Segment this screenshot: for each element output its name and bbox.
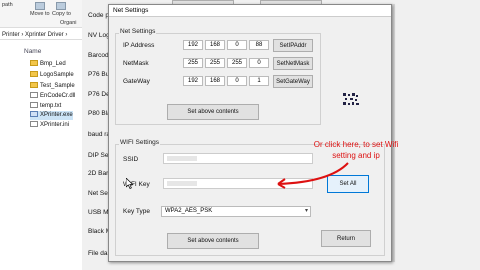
screen: path Move to Copy to Organi Printer › Xp… (0, 0, 480, 270)
ip-octet-1[interactable]: 192 (183, 40, 203, 50)
move-to-label: Move to (30, 11, 50, 17)
gateway-octet-1[interactable]: 192 (183, 76, 203, 86)
path-label: path (2, 2, 13, 8)
annotation-arrow-icon (277, 162, 349, 189)
dialog-title: Net Settings (109, 5, 391, 17)
set-above-contents-button-net[interactable]: Set above contents (167, 104, 259, 120)
list-item-selected[interactable]: XPrinter.exe (30, 111, 73, 120)
netmask-octet-1[interactable]: 255 (183, 58, 203, 68)
mouse-cursor-icon (126, 178, 134, 189)
qr-code-icon (343, 93, 359, 105)
annotation-line-1: Or click here, to set Wifi (313, 140, 399, 149)
app-row-label: File da (88, 250, 108, 257)
name-column-header[interactable]: Name (24, 48, 41, 55)
gateway-octet-4[interactable]: 1 (249, 76, 269, 86)
exe-icon (30, 111, 38, 117)
ip-address-label: IP Address (123, 42, 155, 49)
file-icon (30, 102, 38, 108)
folder-icon (30, 71, 38, 77)
ssid-blurred-value (167, 156, 197, 161)
netmask-label: NetMask (123, 60, 149, 67)
list-item[interactable]: temp.txt (30, 102, 61, 111)
folder-icon (30, 82, 38, 88)
key-type-value: WPA2_AES_PSK (165, 208, 213, 214)
ip-octet-4[interactable]: 88 (249, 40, 269, 50)
list-item[interactable]: EnCodeCr.dll (30, 92, 75, 101)
key-type-select[interactable]: WPA2_AES_PSK ▾ (161, 206, 311, 217)
app-row-label: baud ra (88, 131, 111, 138)
dialog-edge (392, 4, 395, 262)
netmask-octet-3[interactable]: 255 (227, 58, 247, 68)
list-item[interactable]: Bmp_Led (30, 60, 66, 69)
netmask-octet-4[interactable]: 0 (249, 58, 269, 68)
copy-to-label: Copy to (52, 11, 71, 17)
copy-to-button[interactable]: Copy to (52, 2, 71, 17)
set-gateway-button[interactable]: SetGateWay (273, 75, 313, 88)
return-button[interactable]: Return (321, 230, 371, 247)
path-ribbon-item[interactable]: path (2, 2, 13, 8)
organize-group-label: Organi (60, 20, 77, 26)
file-icon (30, 92, 38, 98)
wifi-key-blurred-value (167, 181, 197, 186)
list-item[interactable]: XPrinter.ini (30, 121, 69, 130)
gateway-label: GateWay (123, 78, 150, 85)
netmask-octet-2[interactable]: 255 (205, 58, 225, 68)
ip-octet-3[interactable]: 0 (227, 40, 247, 50)
set-netmask-button[interactable]: SetNetMask (273, 57, 313, 70)
folder-icon (30, 60, 38, 66)
gateway-octet-3[interactable]: 0 (227, 76, 247, 86)
move-to-button[interactable]: Move to (30, 2, 50, 17)
chevron-down-icon: ▾ (304, 208, 308, 214)
ip-octet-2[interactable]: 168 (205, 40, 225, 50)
app-row-label: 2D Bar (88, 170, 109, 177)
file-icon (30, 121, 38, 127)
list-item[interactable]: LogoSample (30, 71, 74, 80)
gateway-octet-2[interactable]: 168 (205, 76, 225, 86)
copy-icon (56, 2, 67, 10)
list-item[interactable]: Test_Sample (30, 82, 75, 91)
wifi-settings-group-label: WIFI Settings (119, 139, 161, 146)
set-ip-address-button[interactable]: SetIPAddr (273, 39, 313, 52)
app-row-label: Net Set (88, 190, 110, 197)
annotation-text: Or click here, to set Wifi setting and i… (300, 139, 412, 161)
move-icon (34, 2, 45, 10)
net-settings-group-label: Net Settings (119, 28, 157, 35)
app-row-label: DIP Se (88, 152, 109, 159)
key-type-label: Key Type (123, 208, 150, 215)
set-above-contents-button-wifi[interactable]: Set above contents (167, 233, 259, 249)
net-settings-dialog: Net Settings Net Settings IP Address 192… (108, 4, 392, 262)
ssid-label: SSID (123, 156, 139, 163)
